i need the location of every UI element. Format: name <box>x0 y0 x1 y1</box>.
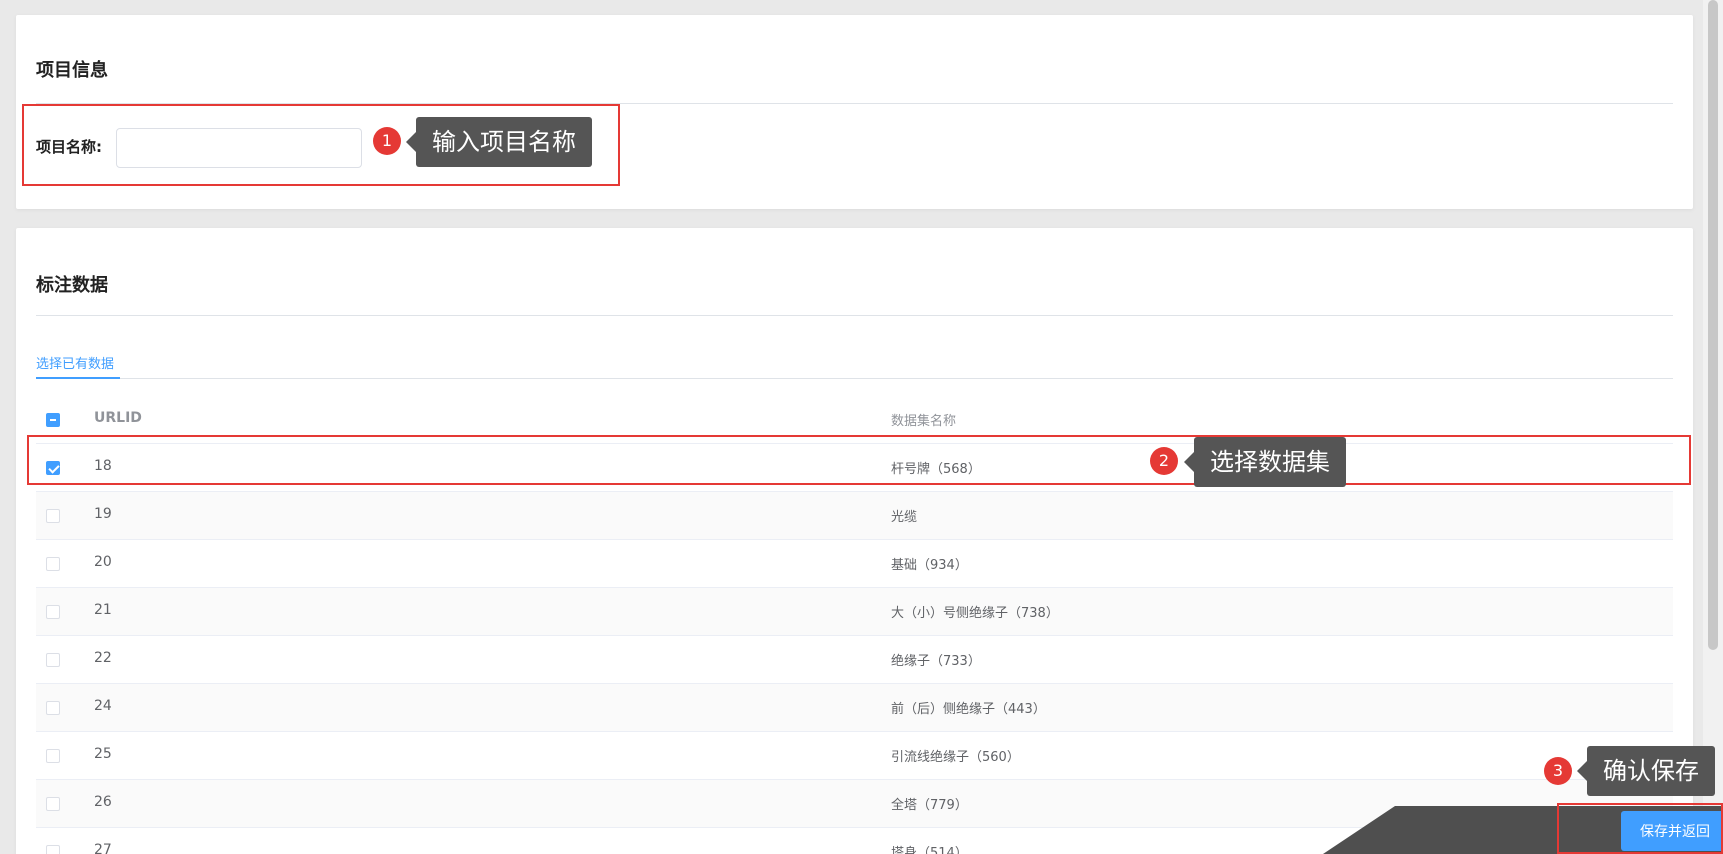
row-checkbox[interactable] <box>46 605 60 619</box>
row-dataset-name: 大（小）号侧绝缘子（738） <box>891 606 1059 621</box>
step2-tooltip: 选择数据集 <box>1184 437 1346 487</box>
row-dataset-name: 全塔（779） <box>891 798 968 813</box>
step2-number-badge: 2 <box>1150 447 1178 475</box>
table-row[interactable]: 19 光缆 <box>36 492 1673 540</box>
label-data-title: 标注数据 <box>36 275 108 296</box>
table-row[interactable]: 24 前（后）侧绝缘子（443） <box>36 684 1673 732</box>
label-data-card: 标注数据 选择已有数据 URLID 数据集名称 18 杆号牌（568） 19 光… <box>16 228 1693 854</box>
row-checkbox[interactable] <box>46 749 60 763</box>
header-urlid: URLID <box>94 410 142 426</box>
row-checkbox[interactable] <box>46 509 60 523</box>
row-urlid: 21 <box>94 602 112 618</box>
vertical-scrollbar[interactable] <box>1703 0 1723 854</box>
row-checkbox[interactable] <box>46 797 60 811</box>
row-dataset-name: 前（后）侧绝缘子（443） <box>891 702 1046 717</box>
row-checkbox[interactable] <box>46 653 60 667</box>
step3-number-badge: 3 <box>1544 757 1572 785</box>
row-urlid: 22 <box>94 650 112 666</box>
row-checkbox[interactable] <box>46 845 60 854</box>
row-dataset-name: 光缆 <box>891 510 918 525</box>
select-all-checkbox[interactable] <box>46 413 60 427</box>
active-tab-indicator <box>36 377 120 379</box>
row-urlid: 20 <box>94 554 112 570</box>
tab-bar-line <box>36 378 1673 379</box>
row-urlid: 27 <box>94 842 112 854</box>
row-urlid: 24 <box>94 698 112 714</box>
row-dataset-name: 基础（934） <box>891 558 968 573</box>
project-info-title: 项目信息 <box>36 60 108 81</box>
page: 项目信息 项目名称: 标注数据 选择已有数据 URLID 数据集名称 18 杆号… <box>0 0 1723 854</box>
row-urlid: 25 <box>94 746 112 762</box>
scrollbar-thumb[interactable] <box>1708 0 1718 650</box>
step3-tooltip: 确认保存 <box>1577 746 1715 796</box>
row-urlid: 19 <box>94 506 112 522</box>
table-row[interactable]: 20 基础（934） <box>36 540 1673 588</box>
divider <box>36 315 1673 316</box>
row-urlid: 26 <box>94 794 112 810</box>
step1-tooltip: 输入项目名称 <box>406 117 592 167</box>
table-row[interactable]: 21 大（小）号侧绝缘子（738） <box>36 588 1673 636</box>
header-dataset-name: 数据集名称 <box>891 414 957 429</box>
step2-highlight-box <box>27 435 1691 485</box>
row-checkbox[interactable] <box>46 557 60 571</box>
row-dataset-name: 引流线绝缘子（560） <box>891 750 1020 765</box>
table-row[interactable]: 25 引流线绝缘子（560） <box>36 732 1673 780</box>
step3-highlight-box <box>1557 803 1723 854</box>
row-dataset-name: 绝缘子（733） <box>891 654 981 669</box>
row-dataset-name: 塔身（514） <box>891 846 968 854</box>
table-row[interactable]: 22 绝缘子（733） <box>36 636 1673 684</box>
row-checkbox[interactable] <box>46 701 60 715</box>
tab-select-existing-data[interactable]: 选择已有数据 <box>36 353 114 372</box>
step1-number-badge: 1 <box>373 127 401 155</box>
